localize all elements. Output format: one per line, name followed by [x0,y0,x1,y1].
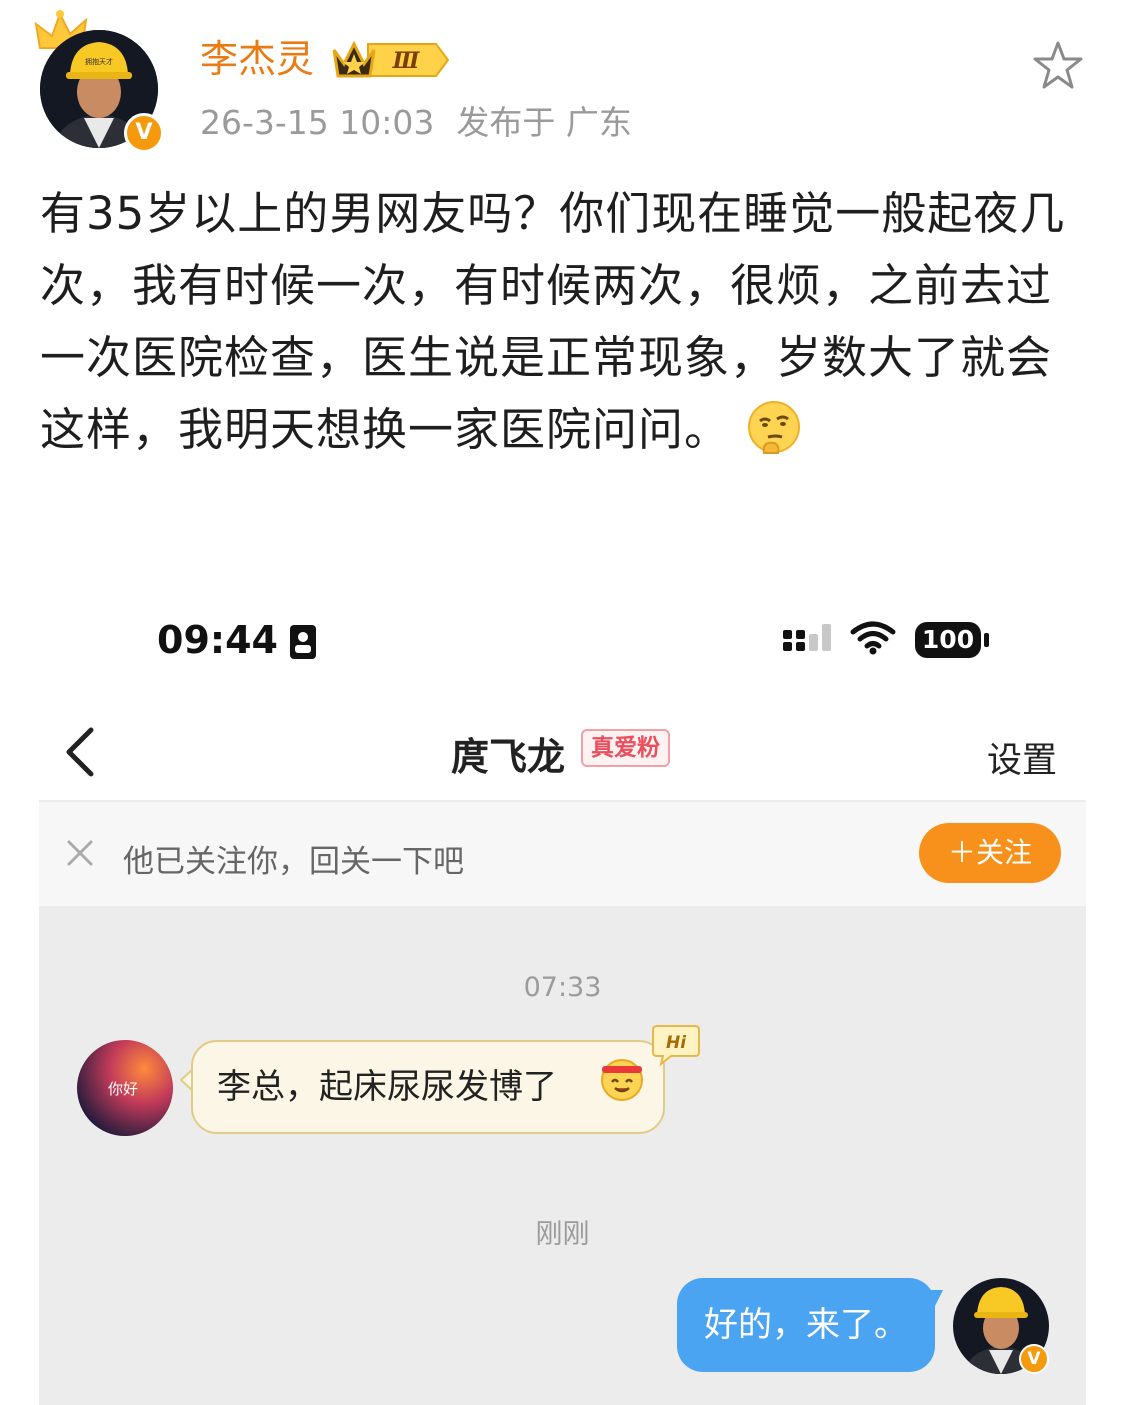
chat-screenshot: 09:44 100 庹飞龙 真爱粉 设置 他已关注你，回关一下吧 ＋关注 07:… [39,590,1086,1405]
hi-sticker-text: Hi [666,1033,687,1053]
thinking-face-icon [748,401,801,454]
close-icon[interactable] [65,838,95,868]
battery-indicator: 100 [915,622,991,662]
contact-avatar[interactable]: 你好 [77,1040,173,1136]
vip-level-label: Ⅲ [392,48,421,74]
id-card-icon [290,625,316,659]
message-text: 好的，来了。 [704,1305,908,1345]
message-time: 刚刚 [535,1219,590,1250]
follow-hint-text: 他已关注你，回关一下吧 [123,844,464,880]
hardhat-label: 拥抱天才 [85,57,113,66]
vip-crown-badge-icon[interactable]: Ⅲ [332,38,450,82]
settings-button[interactable]: 设置 [987,732,1057,783]
verified-badge: V [1019,1344,1049,1374]
chat-title: 庹飞龙 [451,735,566,779]
fan-badge: 真爱粉 [581,729,670,767]
follow-prompt-bar: 他已关注你，回关一下吧 ＋关注 [39,802,1086,906]
author-avatar-group[interactable]: 拥抱天才 V [34,10,174,153]
message-bubble-sent[interactable]: 好的，来了。 [677,1278,935,1372]
verified-badge: V [124,113,164,153]
headband-smile-emoji-icon [601,1059,643,1101]
message-text: 李总，起床尿尿发博了 [217,1067,557,1107]
status-time: 09:44 [157,618,278,662]
message-bubble-received[interactable]: 李总，起床尿尿发博了 [191,1040,665,1134]
hi-sticker-icon: Hi [652,1025,700,1067]
cell-signal-icon [783,624,831,651]
message-time: 07:33 [523,972,602,1003]
battery-level: 100 [921,625,975,654]
back-chevron-icon[interactable] [61,724,101,780]
abstract-gradient-avatar-icon: 你好 [77,1040,173,1136]
post-timestamp: 26-3-15 10:03 [200,103,435,142]
bubble-tail [929,1290,943,1310]
post-content-text: 有35岁以上的男网友吗？你们现在睡觉一般起夜几次，我有时候一次，有时候两次，很烦… [40,187,1066,456]
author-name[interactable]: 李杰灵 [200,36,314,82]
chat-area[interactable]: 07:33 你好 李总，起床尿尿发博了 Hi 刚刚 好的，来了。 V [39,906,1086,1405]
post-content: 有35岁以上的男网友吗？你们现在睡觉一般起夜几次，我有时候一次，有时候两次，很烦… [40,178,1090,466]
follow-button[interactable]: ＋关注 [919,823,1061,883]
avatar-text: 你好 [108,1080,138,1098]
post-meta: 26-3-15 10:03 发布于 广东 [200,102,632,144]
wifi-icon [850,621,896,655]
post-location: 发布于 广东 [456,103,632,142]
favorite-star-icon[interactable] [1032,40,1084,90]
